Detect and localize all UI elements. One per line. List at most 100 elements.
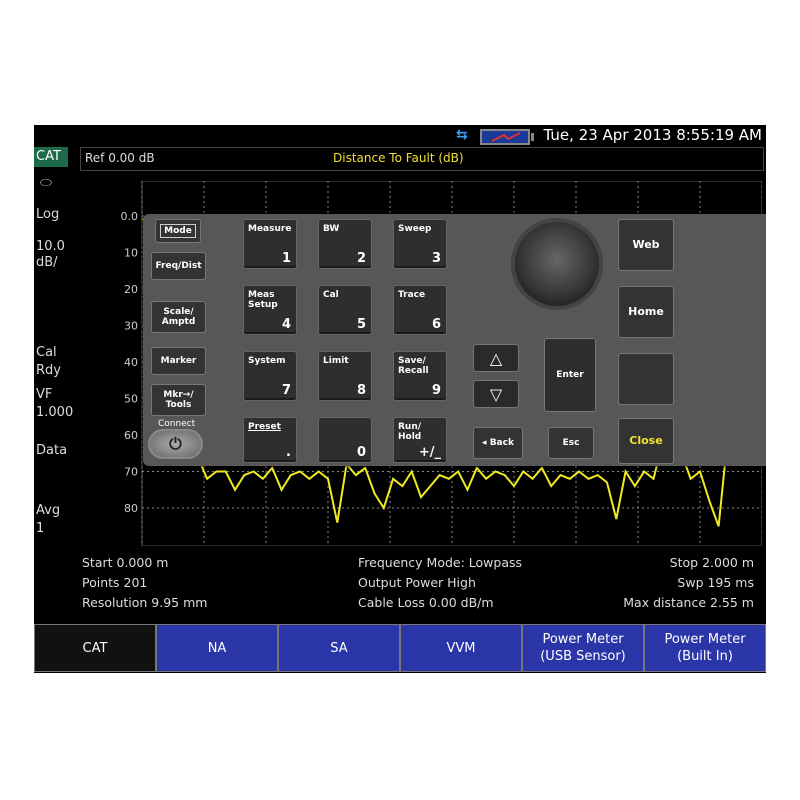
trace-key-label: Trace [398, 290, 426, 300]
mkr-tools-key[interactable]: Mkr→/Tools [151, 384, 206, 416]
resolution: Resolution 9.95 mm [82, 595, 208, 610]
save-recall-line2: Recall [398, 366, 429, 376]
enter-key[interactable]: Enter [544, 338, 596, 412]
scale-amptd-key[interactable]: Scale/Amptd [151, 301, 206, 333]
battery-icon [480, 129, 534, 145]
meas-setup-line2: Setup [248, 300, 278, 310]
left-status-panel: CAT ⬭ Log 10.0 dB/ Cal Rdy VF 1.000 Data… [34, 147, 78, 607]
mode-key[interactable]: Mode [155, 219, 201, 243]
scale-type: Log [36, 207, 60, 222]
softkey-sa[interactable]: SA [278, 624, 400, 672]
softkey-cat[interactable]: CAT [34, 624, 156, 672]
scale-value: 10.0 [36, 239, 65, 254]
softkey-vvm[interactable]: VVM [400, 624, 522, 672]
status-datetime: Tue, 23 Apr 2013 8:55:19 AM [543, 126, 762, 144]
softkey-power-meter-builtin[interactable]: Power Meter (Built In) [644, 624, 766, 672]
softkey-pm-builtin-line1: Power Meter [664, 632, 746, 647]
freq-dist-key[interactable]: Freq/Dist [151, 252, 206, 280]
digit-7: 7 [281, 383, 291, 398]
meas-setup-key[interactable]: Meas Setup 4 [243, 285, 297, 335]
system-key[interactable]: System 7 [243, 351, 297, 401]
web-key[interactable]: Web [618, 219, 674, 271]
digit-3: 3 [431, 251, 441, 266]
stop-distance: Stop 2.000 m [669, 555, 754, 570]
save-recall-line1: Save/ [398, 356, 426, 366]
softkey-vvm-label: VVM [446, 640, 476, 656]
digit-2: 2 [356, 251, 366, 266]
cal-status: Rdy [36, 363, 61, 378]
softkey-pm-usb-line1: Power Meter [542, 632, 624, 647]
digit-5: 5 [356, 317, 366, 332]
preset-key[interactable]: Preset. [243, 417, 297, 463]
up-arrow-icon: △ [489, 348, 503, 368]
digit-0: 0 [356, 445, 366, 460]
blank-key[interactable] [618, 353, 674, 405]
vf-value: 1.000 [36, 405, 74, 420]
back-key[interactable]: ◂ Back [473, 427, 523, 459]
output-power: Output Power High [358, 575, 476, 590]
status-bar: ⇆ Tue, 23 Apr 2013 8:55:19 AM [34, 125, 766, 145]
y-tick-label: 80 [124, 502, 138, 515]
softkey-cat-label: CAT [82, 640, 108, 656]
meas-setup-label: Meas Setup [248, 290, 278, 310]
data-label: Data [36, 443, 68, 458]
down-arrow-key[interactable]: ▽ [473, 380, 519, 408]
measurement-title: Distance To Fault (dB) [333, 151, 464, 165]
softkey-power-meter-usb[interactable]: Power Meter (USB Sensor) [522, 624, 644, 672]
close-key-label: Close [629, 434, 663, 447]
connect-power-button[interactable]: ⏻ [148, 429, 203, 459]
connect-label: Connect [158, 419, 196, 429]
measure-key-label: Measure [248, 224, 292, 234]
bw-key[interactable]: BW 2 [318, 219, 372, 269]
zero-key[interactable]: 0 [318, 417, 372, 463]
esc-key[interactable]: Esc [548, 427, 594, 459]
marker-key[interactable]: Marker [151, 347, 206, 375]
run-hold-label: Run/Hold [398, 422, 421, 442]
sweep-key[interactable]: Sweep 3 [393, 219, 447, 269]
save-recall-key[interactable]: Save/Recall 9 [393, 351, 447, 401]
digit-9: 9 [431, 383, 441, 398]
home-key[interactable]: Home [618, 286, 674, 338]
scale-key-line2: Amptd [161, 317, 196, 327]
limit-key[interactable]: Limit 8 [318, 351, 372, 401]
sweep-icon: ⬭ [40, 175, 52, 191]
trace-header: Ref 0.00 dB Distance To Fault (dB) [80, 147, 764, 171]
cal-key[interactable]: Cal 5 [318, 285, 372, 335]
trace-key[interactable]: Trace 6 [393, 285, 447, 335]
softkey-bar: CAT NA SA VVM Power Meter (USB Sensor) Po… [34, 624, 766, 673]
mode-key-label: Mode [160, 224, 196, 238]
back-key-label: ◂ Back [482, 438, 514, 448]
save-recall-label: Save/Recall [398, 356, 429, 376]
close-key[interactable]: Close [618, 418, 674, 464]
virtual-keypad: Mode Freq/Dist Scale/Amptd Marker Mkr→/T… [143, 214, 766, 466]
run-hold-key[interactable]: Run/Hold +/_ [393, 417, 447, 463]
plus-minus: +/_ [418, 445, 441, 460]
softkey-pm-usb-line2: (USB Sensor) [540, 649, 626, 664]
scale-unit: dB/ [36, 255, 58, 270]
y-tick-label: 60 [124, 429, 138, 442]
cal-label: Cal [36, 345, 57, 360]
softkey-pm-builtin-line2: (Built In) [677, 649, 733, 664]
softkey-na[interactable]: NA [156, 624, 278, 672]
instrument-screen: ⇆ Tue, 23 Apr 2013 8:55:19 AM CAT ⬭ Log … [34, 125, 766, 673]
meas-setup-line1: Meas [248, 290, 275, 300]
up-arrow-key[interactable]: △ [473, 344, 519, 372]
y-tick-label: 0.0 [121, 210, 139, 223]
y-tick-label: 30 [124, 320, 138, 333]
start-distance: Start 0.000 m [82, 555, 169, 570]
ref-level: Ref 0.00 dB [85, 151, 155, 165]
rotary-knob[interactable] [511, 218, 603, 310]
bw-key-label: BW [323, 224, 340, 234]
measure-key[interactable]: Measure 1 [243, 219, 297, 269]
avg-label: Avg [36, 503, 61, 518]
limit-key-label: Limit [323, 356, 349, 366]
preset-key-label: Preset [248, 422, 281, 432]
vf-label: VF [36, 387, 53, 402]
mode-indicator: CAT [34, 147, 68, 167]
run-hold-line2: Hold [398, 432, 422, 442]
frequency-mode: Frequency Mode: Lowpass [358, 555, 523, 570]
sweep-time: Swp 195 ms [677, 575, 754, 590]
digit-4: 4 [281, 317, 291, 332]
enter-key-label: Enter [556, 370, 584, 380]
web-key-label: Web [632, 238, 660, 251]
